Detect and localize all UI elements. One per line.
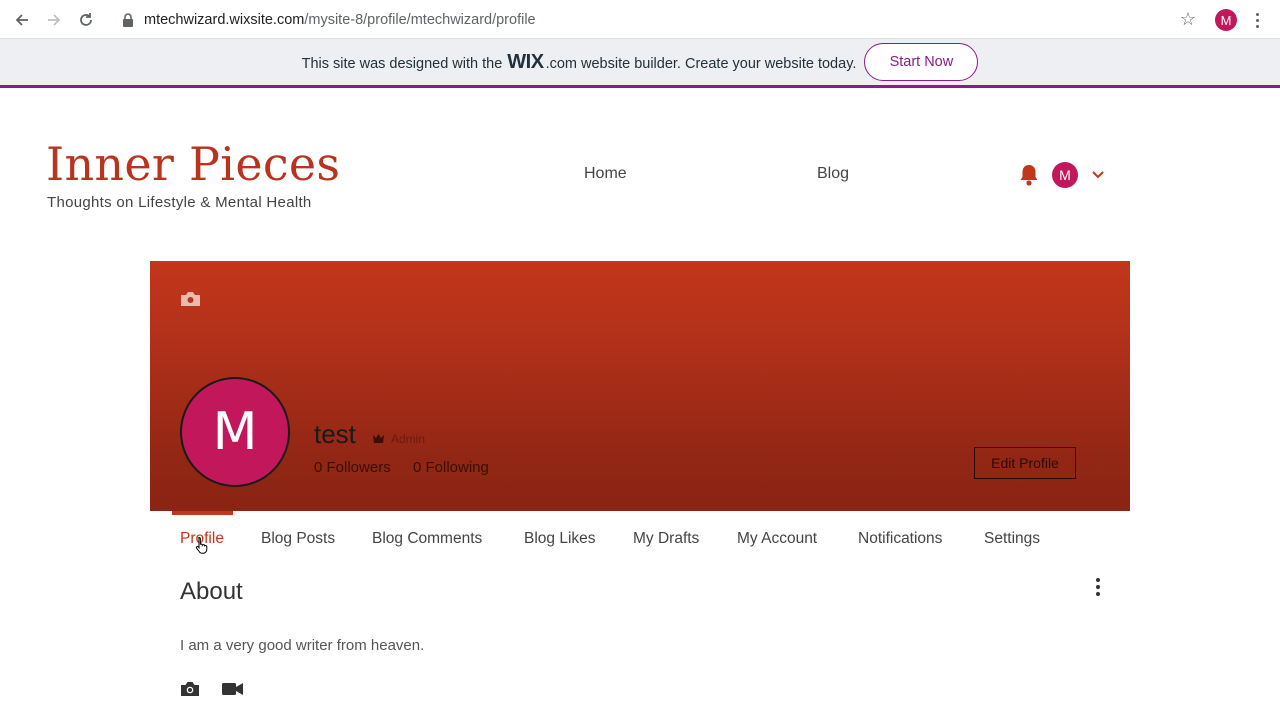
bookmark-star-icon[interactable]: ☆ [1180,9,1196,30]
wix-ad-banner: This site was designed with the WIX .com… [0,39,1280,88]
cover-more-icon[interactable] [1100,455,1104,471]
browser-menu-icon[interactable] [1250,9,1264,31]
camera-icon[interactable] [180,681,200,697]
member-name: test [314,419,356,449]
url-host: mtechwizard.wixsite.com [144,12,305,28]
about-title: About [180,578,243,605]
change-cover-camera-icon[interactable] [180,291,201,307]
active-tab-indicator [172,511,233,515]
tab-blog-likes[interactable]: Blog Likes [524,530,596,548]
profile-cover: M test Admin 0 Followers 0 Following Edi… [150,261,1130,511]
reload-icon[interactable] [75,9,97,31]
tab-notifications[interactable]: Notifications [858,530,942,548]
about-text: I am a very good writer from heaven. [180,637,425,654]
admin-badge: Admin [391,432,426,446]
forward-icon[interactable] [43,9,65,31]
following-link[interactable]: 0 Following [413,459,489,476]
tab-blog-comments[interactable]: Blog Comments [372,530,482,548]
site-title[interactable]: Inner Pieces [46,137,340,191]
start-now-button[interactable]: Start Now [864,43,979,81]
browser-toolbar: mtechwizard.wixsite.com/mysite-8/profile… [0,0,1280,39]
site-tagline: Thoughts on Lifestyle & Mental Health [47,194,312,211]
tab-my-drafts[interactable]: My Drafts [633,530,699,548]
notifications-bell-icon[interactable] [1018,163,1040,187]
wix-logo: WIX [507,50,544,73]
video-camera-icon[interactable] [222,682,243,696]
browser-profile-avatar[interactable]: M [1215,9,1237,31]
chevron-down-icon[interactable] [1091,170,1105,180]
url-path: /mysite-8/profile/mtechwizard/profile [304,12,536,28]
back-icon[interactable] [11,9,33,31]
crown-icon [373,434,384,443]
member-avatar[interactable]: M [1052,162,1078,188]
profile-avatar[interactable]: M [180,377,290,487]
followers-link[interactable]: 0 Followers [314,459,391,476]
tab-my-account[interactable]: My Account [737,530,817,548]
wix-banner-text-after: .com website builder. Create your websit… [545,55,857,72]
nav-home[interactable]: Home [584,165,627,183]
tab-blog-posts[interactable]: Blog Posts [261,530,335,548]
wix-banner-text: This site was designed with the WIX .com… [302,51,857,74]
wix-banner-text-before: This site was designed with the [301,55,503,72]
lock-icon [123,13,133,27]
nav-blog[interactable]: Blog [817,165,849,183]
edit-profile-button[interactable]: Edit Profile [974,447,1076,479]
address-bar[interactable]: mtechwizard.wixsite.com/mysite-8/profile… [108,5,1203,35]
tab-settings[interactable]: Settings [984,530,1040,548]
hand-cursor-icon [195,536,208,554]
about-more-icon[interactable] [1095,578,1101,596]
